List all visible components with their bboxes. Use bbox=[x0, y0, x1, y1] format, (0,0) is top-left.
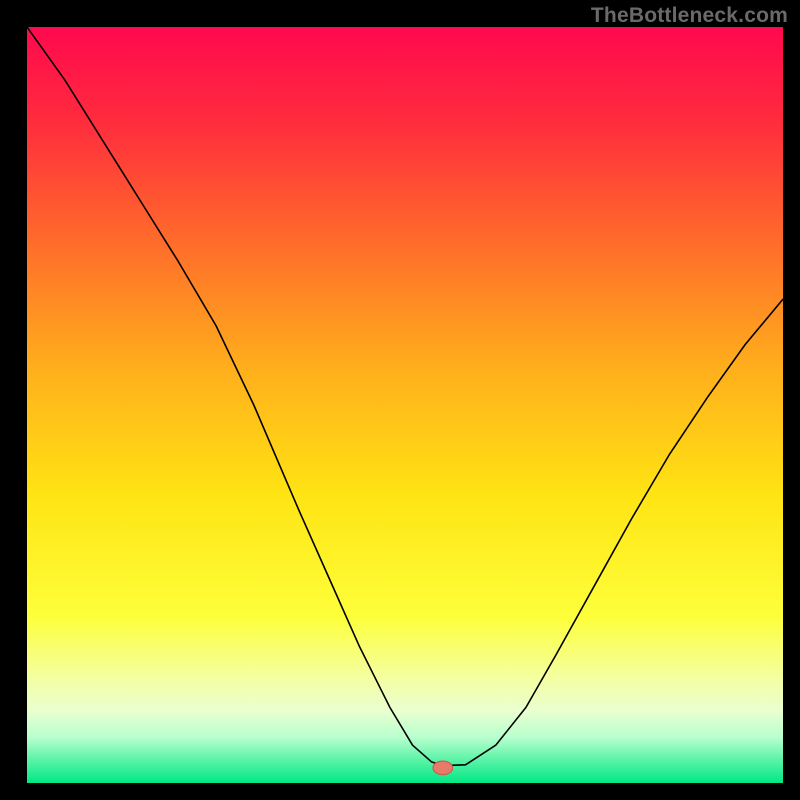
plot-area bbox=[27, 27, 783, 783]
watermark-text: TheBottleneck.com bbox=[591, 4, 788, 28]
gradient-backdrop bbox=[27, 27, 783, 783]
optimal-point-marker bbox=[433, 761, 453, 775]
chart-frame: TheBottleneck.com bbox=[0, 0, 800, 800]
chart-svg bbox=[27, 27, 783, 783]
